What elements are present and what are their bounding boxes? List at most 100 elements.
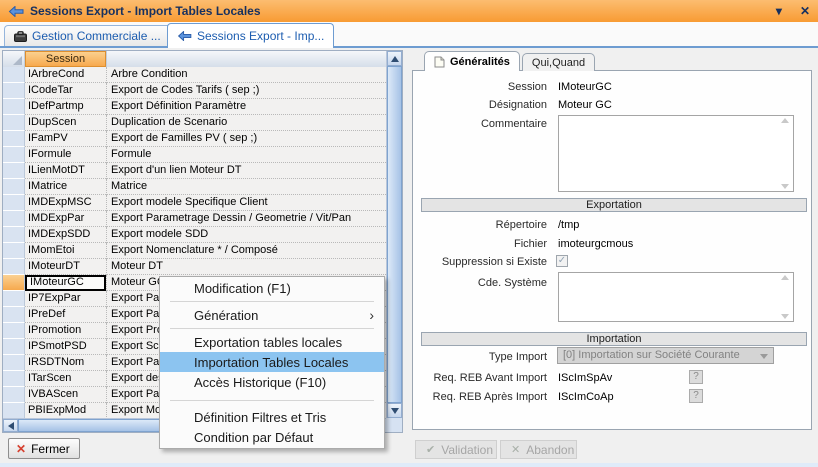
suppression-checkbox[interactable]: ✓ (556, 255, 568, 267)
row-selector-cell[interactable] (3, 195, 25, 211)
table-row[interactable]: IMDExpMSC Export modele Specifique Clien… (3, 195, 386, 211)
row-selector-cell[interactable] (3, 147, 25, 163)
description-cell[interactable]: Moteur DT (106, 259, 386, 275)
table-row[interactable]: IMatrice Matrice (3, 179, 386, 195)
session-cell[interactable]: PBIExpMod (25, 403, 106, 418)
table-row[interactable]: IDupScen Duplication de Scenario (3, 115, 386, 131)
menu-item-generation[interactable]: Génération› (160, 305, 384, 325)
scroll-down-icon[interactable] (387, 403, 402, 418)
description-cell[interactable]: Export de Codes Tarifs ( sep ;) (106, 83, 386, 99)
row-selector-cell[interactable] (3, 211, 25, 227)
session-cell[interactable]: ICodeTar (25, 83, 106, 99)
menu-item-condition-par-defaut[interactable]: Condition par Défaut (160, 427, 384, 447)
row-selector-cell[interactable] (3, 275, 25, 291)
row-selector-cell[interactable] (3, 83, 25, 99)
req-apres-help-button[interactable]: ? (689, 389, 703, 403)
description-cell[interactable]: Export Définition Paramètre (106, 99, 386, 115)
row-selector-cell[interactable] (3, 355, 25, 371)
description-cell[interactable]: Export modele SDD (106, 227, 386, 243)
type-import-select[interactable]: [0] Importation sur Société Courante (557, 347, 774, 364)
row-selector-cell[interactable] (3, 339, 25, 355)
table-row[interactable]: IFormule Formule (3, 147, 386, 163)
column-header-description[interactable] (106, 51, 386, 67)
session-cell[interactable]: IMatrice (25, 179, 106, 195)
row-selector-cell[interactable] (3, 387, 25, 403)
table-row[interactable]: IMDExpPar Export Parametrage Dessin / Ge… (3, 211, 386, 227)
description-cell[interactable]: Arbre Condition (106, 67, 386, 83)
row-selector-cell[interactable] (3, 131, 25, 147)
table-row[interactable]: IFamPV Export de Familles PV ( sep ;) (3, 131, 386, 147)
vertical-scroll-thumb[interactable] (387, 66, 402, 403)
session-cell[interactable]: ILienMotDT (25, 163, 106, 179)
session-cell[interactable]: IMDExpMSC (25, 195, 106, 211)
session-cell[interactable]: IPreDef (25, 307, 106, 323)
description-cell[interactable]: Formule (106, 147, 386, 163)
fermer-button[interactable]: ✕ Fermer (8, 438, 80, 459)
session-cell[interactable]: IMoteurDT (25, 259, 106, 275)
column-header-session[interactable]: Session (25, 51, 106, 67)
tab-generalites[interactable]: Généralités (424, 51, 520, 71)
row-selector-cell[interactable] (3, 291, 25, 307)
session-cell[interactable]: IDefPartmp (25, 99, 106, 115)
session-cell[interactable]: IMoteurGC (25, 275, 106, 291)
menu-item-acces-historique-f10[interactable]: Accès Historique (F10) (160, 372, 384, 392)
window-close-icon[interactable]: ✕ (800, 0, 810, 22)
table-row[interactable]: ICodeTar Export de Codes Tarifs ( sep ;) (3, 83, 386, 99)
session-cell[interactable]: IPromotion (25, 323, 106, 339)
row-selector-cell[interactable] (3, 323, 25, 339)
tab-qui-quand[interactable]: Qui,Quand (522, 53, 595, 71)
table-row[interactable]: IDefPartmp Export Définition Paramètre (3, 99, 386, 115)
row-selector-cell[interactable] (3, 99, 25, 115)
row-selector-cell[interactable] (3, 163, 25, 179)
menu-item-modification-f1[interactable]: Modification (F1) (160, 278, 384, 298)
row-selector-cell[interactable] (3, 227, 25, 243)
session-cell[interactable]: IFamPV (25, 131, 106, 147)
abandon-button[interactable]: ✕ Abandon (500, 440, 577, 459)
row-selector-cell[interactable] (3, 259, 25, 275)
select-all-header[interactable] (3, 51, 25, 67)
table-row[interactable]: IMDExpSDD Export modele SDD (3, 227, 386, 243)
row-selector-cell[interactable] (3, 307, 25, 323)
session-cell[interactable]: IPSmotPSD (25, 339, 106, 355)
session-cell[interactable]: IRSDTNom (25, 355, 106, 371)
description-cell[interactable]: Export Parametrage Dessin / Geometrie / … (106, 211, 386, 227)
req-avant-help-button[interactable]: ? (689, 370, 703, 384)
table-row[interactable]: IArbreCond Arbre Condition (3, 67, 386, 83)
row-selector-cell[interactable] (3, 371, 25, 387)
description-cell[interactable]: Export modele Specifique Client (106, 195, 386, 211)
menu-item-exportation-tables-locales[interactable]: Exportation tables locales (160, 332, 384, 352)
table-row[interactable]: IMomEtoi Export Nomenclature * / Composé (3, 243, 386, 259)
cde-systeme-textarea[interactable] (558, 272, 794, 322)
session-cell[interactable]: IFormule (25, 147, 106, 163)
validation-button[interactable]: ✔ Validation (415, 440, 497, 459)
vertical-scrollbar[interactable] (386, 51, 402, 418)
session-cell[interactable]: IDupScen (25, 115, 106, 131)
row-selector-cell[interactable] (3, 403, 25, 418)
menu-item-definition-filtres-et-tris[interactable]: Définition Filtres et Tris (160, 407, 384, 427)
row-selector-cell[interactable] (3, 179, 25, 195)
description-cell[interactable]: Matrice (106, 179, 386, 195)
table-row[interactable]: ILienMotDT Export d'un lien Moteur DT (3, 163, 386, 179)
session-cell[interactable]: IMDExpSDD (25, 227, 106, 243)
description-cell[interactable]: Export Nomenclature * / Composé (106, 243, 386, 259)
session-cell[interactable]: IArbreCond (25, 67, 106, 83)
description-cell[interactable]: Export d'un lien Moteur DT (106, 163, 386, 179)
scroll-up-icon[interactable] (387, 51, 402, 66)
tab-gestion-commerciale[interactable]: Gestion Commerciale ... (4, 25, 171, 46)
session-cell[interactable]: IMomEtoi (25, 243, 106, 259)
session-cell[interactable]: IMDExpPar (25, 211, 106, 227)
row-selector-cell[interactable] (3, 115, 25, 131)
description-cell[interactable]: Export de Familles PV ( sep ;) (106, 131, 386, 147)
table-row[interactable]: IMoteurDT Moteur DT (3, 259, 386, 275)
tab-sessions-export[interactable]: Sessions Export - Imp... (167, 23, 334, 48)
commentaire-textarea[interactable] (558, 115, 794, 192)
session-cell[interactable]: IVBAScen (25, 387, 106, 403)
session-cell[interactable]: ITarScen (25, 371, 106, 387)
description-cell[interactable]: Duplication de Scenario (106, 115, 386, 131)
session-cell[interactable]: IP7ExpPar (25, 291, 106, 307)
menu-item-importation-tables-locales[interactable]: Importation Tables Locales (160, 352, 384, 372)
row-selector-cell[interactable] (3, 243, 25, 259)
scroll-left-icon[interactable] (3, 419, 18, 432)
window-menu-icon[interactable]: ▾ (776, 0, 782, 22)
row-selector-cell[interactable] (3, 67, 25, 83)
